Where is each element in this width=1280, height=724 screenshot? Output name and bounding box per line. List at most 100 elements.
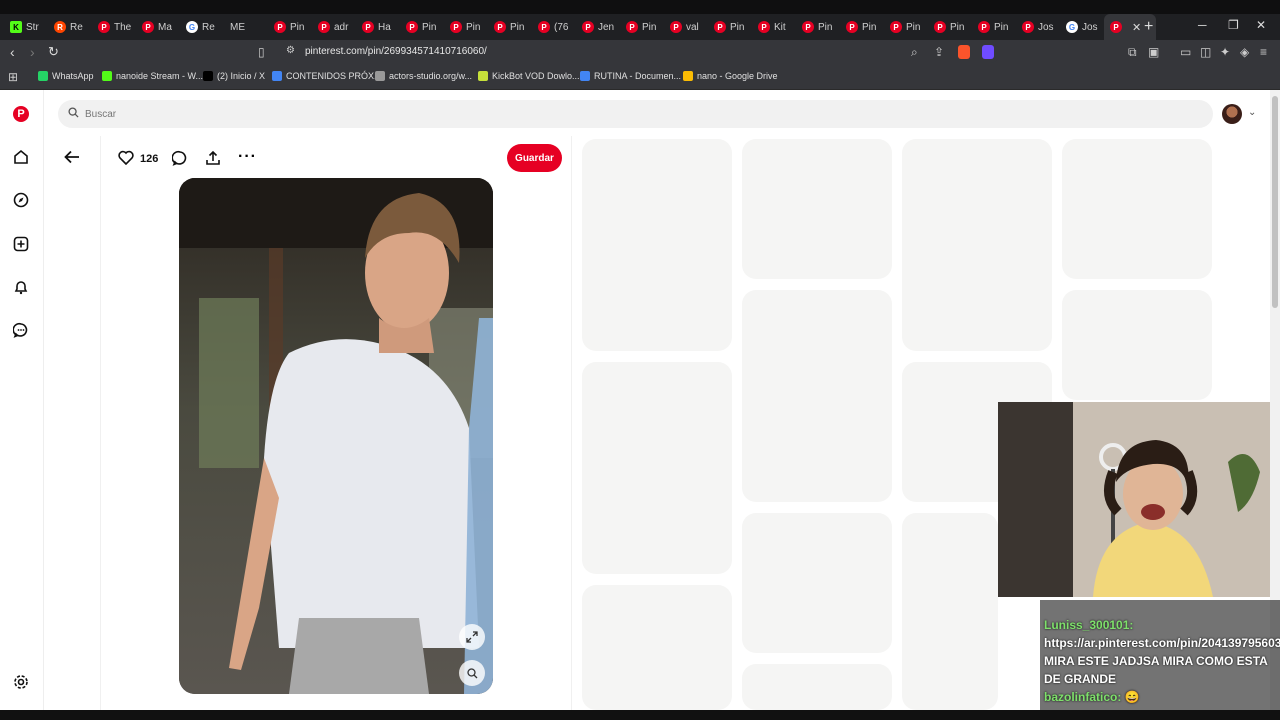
- tab-label: Pin: [862, 21, 877, 33]
- like-button[interactable]: 126: [118, 150, 158, 168]
- chevron-down-icon[interactable]: ⌄: [1248, 107, 1256, 118]
- chat-message: bazolinfatico: 😄: [1044, 688, 1276, 706]
- pinterest-icon: P: [1110, 21, 1122, 33]
- bookmark-item[interactable]: nano - Google Drive: [683, 71, 778, 81]
- browser-tab[interactable]: R Re: [48, 14, 92, 40]
- browser-tab[interactable]: Padr: [312, 14, 356, 40]
- loading-pin-placeholder: [1062, 290, 1212, 400]
- save-button[interactable]: Guardar: [507, 144, 562, 172]
- site-info-icon[interactable]: ⚙: [286, 45, 295, 56]
- shield-icon[interactable]: ◈: [1240, 45, 1249, 59]
- share-icon[interactable]: ⇪: [934, 45, 944, 59]
- tab-label: Pin: [730, 21, 745, 33]
- extensions-icon[interactable]: ⧉: [1128, 45, 1137, 60]
- loading-pin-placeholder: [582, 139, 732, 351]
- messages-icon[interactable]: [12, 321, 30, 339]
- bookmark-item[interactable]: CONTENIDOS PRÓX...: [272, 71, 382, 81]
- browser-tab[interactable]: P Pin: [928, 14, 972, 40]
- tab-label: Pin: [466, 21, 481, 33]
- pin-image[interactable]: [179, 178, 493, 694]
- comment-icon[interactable]: [171, 150, 188, 171]
- sidebar-toggle-icon[interactable]: ▭: [1180, 45, 1191, 59]
- tab-label: (76: [554, 21, 569, 33]
- browser-tab[interactable]: K Str: [4, 14, 48, 40]
- bookmark-item[interactable]: KickBot VOD Dowlo...: [478, 71, 580, 81]
- like-count: 126: [140, 153, 159, 165]
- browser-tab[interactable]: P Pin: [488, 14, 532, 40]
- tab-label: Pin: [642, 21, 657, 33]
- wallet-icon[interactable]: ▣: [1148, 45, 1159, 59]
- browser-tab[interactable]: P Pin: [708, 14, 752, 40]
- forward-nav-icon[interactable]: ›: [30, 44, 35, 60]
- browser-tab[interactable]: P Pin: [884, 14, 928, 40]
- browser-tab[interactable]: ◎ME: [224, 14, 1280, 724]
- maximize-button[interactable]: ❐: [1228, 18, 1239, 32]
- bookmark-item[interactable]: actors-studio.org/w...: [375, 71, 472, 81]
- pinterest-logo-icon[interactable]: P: [12, 105, 30, 123]
- browser-tab[interactable]: P Kit: [752, 14, 796, 40]
- kick-icon: K: [10, 21, 22, 33]
- bookmark-label: RUTINA - Documen...: [594, 71, 682, 81]
- pinterest-icon: P: [1022, 21, 1034, 33]
- loading-pin-placeholder: [582, 585, 732, 710]
- avatar[interactable]: [1222, 104, 1242, 124]
- browser-tab[interactable]: P (76: [532, 14, 576, 40]
- tab-label: Pin: [290, 21, 305, 33]
- close-tab-icon[interactable]: ✕: [1132, 21, 1141, 34]
- google-icon: G: [186, 21, 198, 33]
- new-tab-button[interactable]: +: [1144, 18, 1153, 36]
- browser-tab[interactable]: P The: [92, 14, 136, 40]
- browser-tab[interactable]: P Pin: [620, 14, 664, 40]
- more-options-icon[interactable]: ···: [238, 148, 257, 166]
- menu-icon[interactable]: ≡: [1260, 45, 1267, 59]
- browser-tab[interactable]: G Jos: [1060, 14, 1104, 40]
- bookmark-item[interactable]: RUTINA - Documen...: [580, 71, 681, 81]
- pinterest-icon: P: [450, 21, 462, 33]
- home-icon[interactable]: [12, 148, 30, 166]
- tab-label: Pin: [994, 21, 1009, 33]
- visual-search-icon[interactable]: [459, 660, 485, 686]
- notifications-icon[interactable]: [12, 278, 30, 296]
- tab-label: adr: [334, 21, 349, 33]
- browser-tab[interactable]: P Pin: [972, 14, 1016, 40]
- browser-tab[interactable]: P Jen: [576, 14, 620, 40]
- browser-tab[interactable]: P Pin: [268, 14, 312, 40]
- browser-tab[interactable]: P Pin: [400, 14, 444, 40]
- scrollbar-thumb[interactable]: [1272, 96, 1278, 308]
- settings-icon[interactable]: [12, 673, 30, 691]
- bookmark-item[interactable]: nanoide Stream - W...: [102, 71, 203, 81]
- bookmark-item[interactable]: (2) Inicio / X: [203, 71, 265, 81]
- bookmark-favicon-icon: [272, 71, 282, 81]
- browser-tab[interactable]: P Ma: [136, 14, 180, 40]
- bookmark-page-icon[interactable]: ▯: [258, 45, 265, 59]
- minimize-button[interactable]: ─: [1198, 18, 1207, 32]
- expand-icon[interactable]: [459, 624, 485, 650]
- bookmark-item[interactable]: WhatsApp: [38, 71, 94, 81]
- pinterest-icon: P: [494, 21, 506, 33]
- brave-rewards-icon[interactable]: [982, 45, 994, 59]
- search-input[interactable]: Buscar: [58, 100, 1213, 128]
- browser-tab[interactable]: Pval: [664, 14, 708, 40]
- browser-tab[interactable]: G Re: [180, 14, 224, 40]
- back-nav-icon[interactable]: ‹: [10, 44, 15, 60]
- close-window-button[interactable]: ✕: [1256, 18, 1266, 32]
- zoom-icon[interactable]: ⌕: [911, 45, 918, 60]
- pinterest-icon: P: [626, 21, 638, 33]
- leo-icon[interactable]: ✦: [1220, 45, 1230, 59]
- browser-tab[interactable]: P Ha: [356, 14, 400, 40]
- apps-grid-icon[interactable]: ⊞: [8, 70, 18, 84]
- create-icon[interactable]: [12, 235, 30, 253]
- browser-tab[interactable]: P Pin: [444, 14, 488, 40]
- share-upload-icon[interactable]: [205, 150, 221, 171]
- back-arrow-icon[interactable]: [64, 148, 80, 169]
- reddit-icon: R: [54, 21, 66, 33]
- pinterest-icon: P: [274, 21, 286, 33]
- explore-icon[interactable]: [12, 191, 30, 209]
- brave-shield-icon[interactable]: [958, 45, 970, 59]
- reload-icon[interactable]: ↻: [48, 44, 59, 60]
- vpn-icon[interactable]: ◫: [1200, 45, 1211, 59]
- browser-tab[interactable]: P Jos: [1016, 14, 1060, 40]
- browser-tab[interactable]: P Pin: [840, 14, 884, 40]
- google-icon: G: [1066, 21, 1078, 33]
- browser-tab[interactable]: P Pin: [796, 14, 840, 40]
